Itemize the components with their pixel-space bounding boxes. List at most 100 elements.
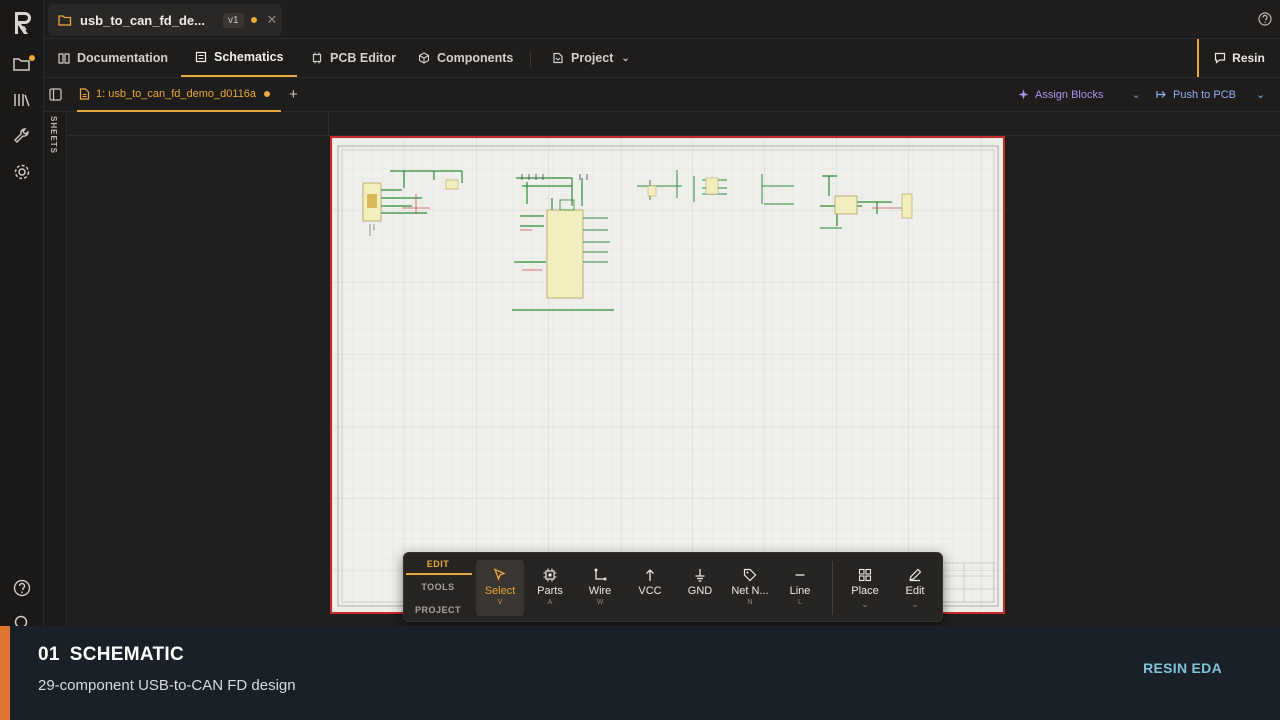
schematic-sheet[interactable]	[330, 136, 1005, 614]
tab-label: PCB Editor	[330, 51, 396, 65]
caption-accent-bar	[0, 626, 10, 720]
tab-components[interactable]: Components	[418, 39, 513, 77]
unsaved-dot	[264, 91, 271, 97]
toolbar-divider	[832, 561, 833, 615]
sheet-tab-bar: 1: usb_to_can_fd_demo_d0116a + Assign Bl…	[44, 78, 1280, 112]
tool-label: Parts	[537, 585, 563, 597]
ground-icon	[695, 569, 705, 582]
tab-schematics[interactable]: Schematics	[181, 39, 298, 77]
push-to-pcb-button[interactable]: Push to PCB ⌄	[1156, 88, 1265, 101]
caption-brand: RESIN EDA	[1143, 660, 1222, 676]
add-sheet-button[interactable]: +	[289, 86, 298, 103]
caption-number: 01	[38, 644, 60, 665]
help-icon[interactable]	[1258, 12, 1272, 31]
sheet-tab[interactable]: 1: usb_to_can_fd_demo_d0116a	[77, 78, 281, 112]
tool-label: Place	[851, 585, 879, 597]
chevron-down-icon[interactable]: ⌄	[1131, 88, 1140, 101]
category-active-indicator	[406, 573, 472, 575]
chip-icon	[543, 568, 557, 582]
tool-shortcut: W	[596, 599, 604, 606]
tool-label: Line	[789, 585, 811, 597]
vcc-arrow-icon	[646, 569, 654, 581]
parts-tool-button[interactable]: Parts A	[526, 560, 574, 616]
cube-icon	[418, 52, 430, 64]
tool-shortcut: L	[798, 599, 802, 606]
close-icon[interactable]: ✕	[267, 12, 278, 28]
pencil-icon	[909, 568, 922, 582]
chevron-down-icon: ⌄	[861, 599, 869, 609]
chat-icon	[1215, 52, 1226, 64]
floating-toolbar: EDIT TOOLS PROJECT Select V Parts A Wire…	[403, 552, 943, 622]
tool-label: Edit	[905, 585, 925, 597]
assign-blocks-button[interactable]: Assign Blocks ⌄	[1018, 88, 1141, 101]
chevron-down-icon: ⌄	[911, 599, 919, 609]
schematic-drawing	[332, 138, 1003, 612]
schematic-icon	[195, 51, 207, 63]
caption-title-text: SCHEMATIC	[69, 644, 184, 665]
version-badge[interactable]: v1	[222, 12, 244, 28]
tab-label: Schematics	[214, 50, 284, 64]
tool-shortcut: A	[547, 599, 553, 606]
select-tool-button[interactable]: Select V	[476, 560, 524, 616]
help-circle-icon[interactable]	[11, 577, 33, 599]
assign-blocks-label: Assign Blocks	[1035, 88, 1104, 101]
tool-label: GND	[687, 585, 713, 597]
folder-icon[interactable]	[11, 53, 35, 75]
edit-menu-button[interactable]: Edit ⌄	[891, 560, 939, 616]
chevron-down-icon[interactable]: ⌄	[1256, 88, 1265, 101]
nav-bar: Documentation Schematics PCB Editor Comp…	[44, 39, 1280, 78]
cursor-icon	[493, 568, 506, 581]
arrow-right-icon	[1156, 91, 1166, 98]
folder-open-icon	[58, 15, 72, 26]
app-window: usb_to_can_fd_de... v1 ✕ Documentation S…	[0, 0, 1280, 720]
gnd-tool-button[interactable]: GND	[676, 560, 724, 616]
resin-assistant-button[interactable]: Resin	[1197, 39, 1280, 77]
canvas-ruler	[68, 112, 1280, 136]
category-project[interactable]: PROJECT	[404, 605, 472, 615]
chevron-down-icon: ⌄	[621, 52, 630, 64]
gear-icon[interactable]	[11, 161, 33, 183]
tool-shortcut: N	[747, 599, 753, 606]
tab-documentation[interactable]: Documentation	[58, 39, 168, 77]
tab-label: Project	[571, 51, 614, 65]
grid-icon	[858, 568, 872, 582]
file-tab[interactable]: usb_to_can_fd_de... v1 ✕	[48, 4, 282, 36]
resin-label: Resin	[1232, 51, 1265, 65]
place-menu-button[interactable]: Place ⌄	[841, 560, 889, 616]
vcc-tool-button[interactable]: VCC	[626, 560, 674, 616]
schematic-canvas[interactable]	[68, 112, 1280, 626]
line-tool-button[interactable]: Line L	[776, 560, 824, 616]
caption-subtitle: 29-component USB-to-CAN FD design	[38, 677, 296, 694]
tab-pcb-editor[interactable]: PCB Editor	[311, 39, 396, 77]
project-icon	[553, 52, 563, 64]
file-name: usb_to_can_fd_de...	[80, 12, 205, 28]
caption-bar: 01 SCHEMATIC 29-component USB-to-CAN FD d…	[0, 626, 1280, 720]
caption-title: 01 SCHEMATIC	[38, 644, 184, 666]
sidebar-toggle-icon[interactable]	[49, 88, 62, 106]
tab-project[interactable]: Project ⌄	[552, 39, 630, 77]
sparkle-icon	[1018, 89, 1029, 100]
toolbar-categories: EDIT TOOLS PROJECT	[404, 553, 474, 623]
wire-icon	[594, 568, 607, 581]
nav-divider	[530, 51, 531, 67]
line-icon	[795, 574, 805, 576]
category-tools[interactable]: TOOLS	[404, 582, 472, 592]
top-bar: usb_to_can_fd_de... v1 ✕	[44, 0, 1280, 39]
category-edit[interactable]: EDIT	[404, 559, 472, 569]
sheets-panel-label: SHEETS	[49, 116, 58, 155]
tab-label: Documentation	[77, 51, 168, 65]
left-rail	[0, 0, 44, 720]
net-name-tool-button[interactable]: Net N... N	[726, 560, 774, 616]
tag-icon	[743, 568, 757, 582]
sheet-tab-label: 1: usb_to_can_fd_demo_d0116a	[96, 88, 257, 100]
chip-icon	[312, 52, 322, 64]
book-icon	[58, 53, 70, 64]
tool-shortcut: V	[497, 599, 503, 606]
library-icon[interactable]	[11, 89, 33, 111]
tool-label: Select	[484, 585, 516, 597]
wire-tool-button[interactable]: Wire W	[576, 560, 624, 616]
unsaved-dot	[29, 55, 35, 61]
wrench-icon[interactable]	[11, 125, 33, 147]
resin-logo-icon	[15, 12, 31, 34]
sheets-panel[interactable]: SHEETS	[44, 112, 67, 626]
